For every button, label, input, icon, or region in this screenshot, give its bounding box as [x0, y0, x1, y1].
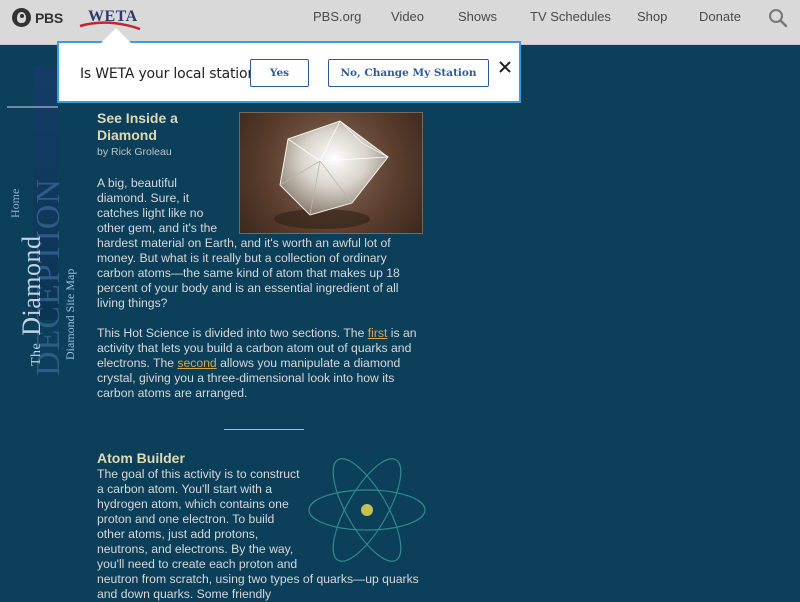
nav-pbs-org[interactable]: PBS.org — [313, 9, 361, 24]
search-icon[interactable] — [766, 6, 790, 30]
diamond-gem-icon — [274, 120, 389, 229]
hot-science-paragraph: This Hot Science is divided into two sec… — [97, 326, 427, 401]
nav-tv-schedules[interactable]: TV Schedules — [530, 9, 611, 24]
home-link[interactable]: Home — [8, 189, 23, 218]
popup-question: Is WETA your local station? — [80, 66, 264, 82]
yes-button[interactable]: Yes — [250, 59, 309, 87]
atom-builder-section: Atom Builder The goal of this activity i… — [97, 450, 427, 602]
section-divider — [224, 429, 304, 430]
sidebar-divider — [7, 106, 58, 108]
site-title: The Diamond — [17, 235, 47, 366]
nav-video[interactable]: Video — [391, 9, 424, 24]
hot-text-1: This Hot Science is divided into two sec… — [97, 326, 368, 340]
site-branding-sidebar: DECEPTION Home The Diamond Diamond Site … — [0, 66, 77, 376]
first-section-link[interactable]: first — [368, 326, 388, 340]
pbs-head-icon — [12, 8, 31, 27]
close-icon[interactable] — [496, 58, 514, 76]
nav-shows[interactable]: Shows — [458, 9, 497, 24]
change-station-button[interactable]: No, Change My Station — [328, 59, 489, 87]
article: See Inside a Diamond by Rick Groleau A b… — [97, 110, 427, 602]
site-map-link[interactable]: Diamond Site Map — [63, 269, 78, 360]
title-diamond-text: Diamond — [17, 235, 46, 336]
second-section-link[interactable]: second — [177, 356, 216, 370]
pbs-logo-text: PBS — [35, 9, 63, 26]
popup-caret — [101, 28, 131, 43]
local-station-popup: Is WETA your local station? Yes No, Chan… — [57, 28, 521, 103]
diamond-photo — [239, 112, 423, 234]
nav-donate[interactable]: Donate — [699, 9, 741, 24]
nav-shop[interactable]: Shop — [637, 9, 667, 24]
pbs-logo[interactable]: PBS — [12, 8, 63, 27]
atom-icon[interactable] — [307, 452, 427, 562]
title-the-text: The — [29, 342, 44, 366]
